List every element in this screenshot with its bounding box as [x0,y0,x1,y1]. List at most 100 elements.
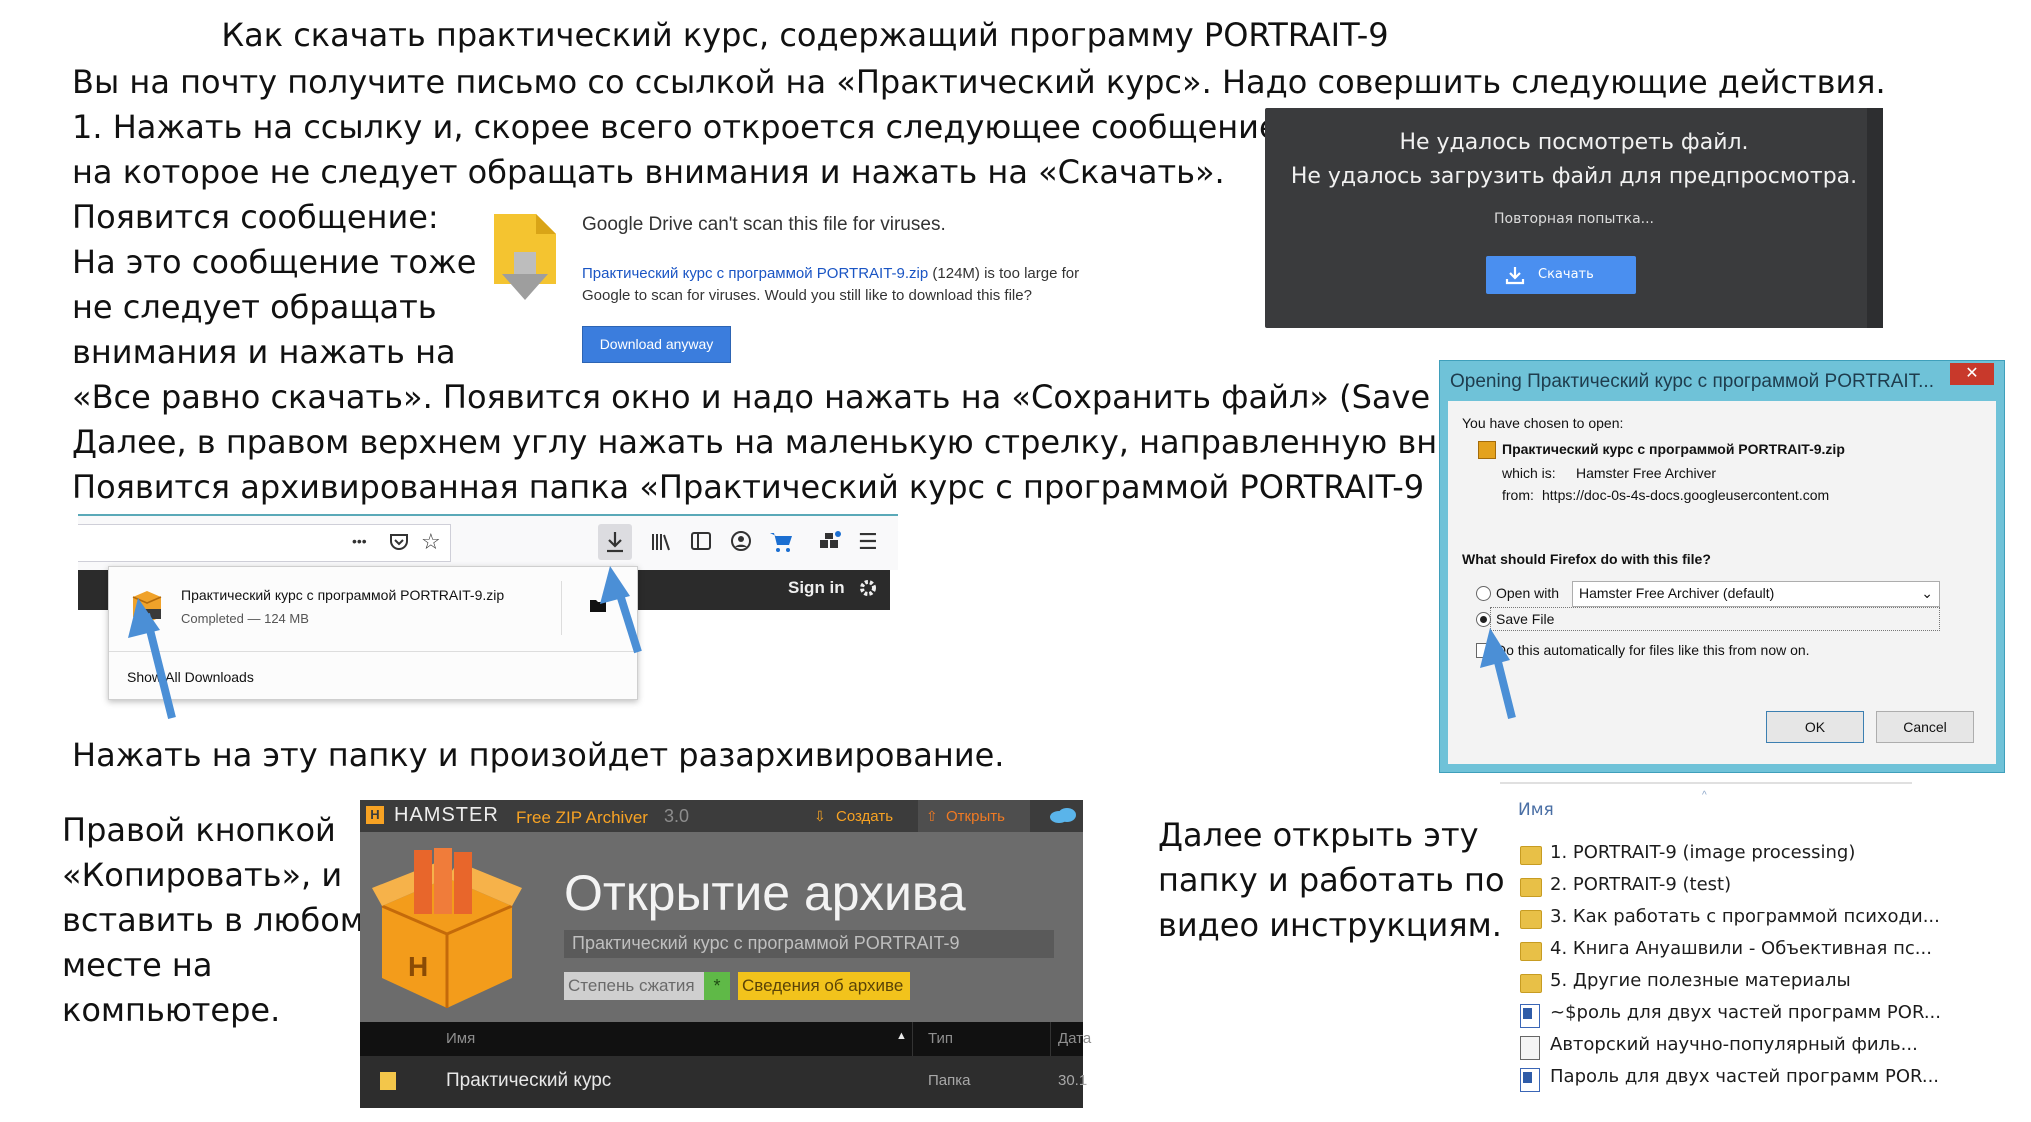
word-document-icon [1520,1068,1540,1092]
file-list-header[interactable]: Имя [1518,800,1554,820]
item-divider [561,581,562,635]
msg-line6: Далее, в правом верхнем углу нажать на м… [72,423,1486,461]
show-all-downloads[interactable]: Show All Downloads [127,669,254,685]
word-document-icon [1520,1004,1540,1028]
gear-icon[interactable] [858,578,878,598]
sign-in-link[interactable]: Sign in [788,578,845,598]
folder-icon [1520,910,1542,929]
list-item[interactable]: 2. PORTRAIT-9 (test) [1550,874,1731,895]
download-arrow-icon [607,532,623,553]
step1-line1: 1. Нажать на ссылку и, скорее всего откр… [72,108,1289,146]
dialog-title: Opening Практический курс с программой P… [1450,371,1934,392]
downloads-panel: Практический курс с программой PORTRAIT-… [108,566,638,700]
bookmark-star-icon[interactable]: ☆ [421,530,441,555]
column-type[interactable]: Тип [928,1030,953,1047]
drive-warning-line2: Google to scan for viruses. Would you st… [582,287,1032,304]
row-type: Папка [928,1072,971,1089]
drive-file-link[interactable]: Практический курс с программой PORTRAIT-… [582,265,928,282]
drive-warning-heading: Google Drive can't scan this file for vi… [582,214,946,235]
text-document-icon [1520,1036,1540,1060]
archive-row[interactable]: Практический курс Папка 30.1 [360,1056,1087,1108]
open-with-select[interactable]: Hamster Free Archiver (default) ⌄ [1572,581,1940,607]
file-warning-icon [494,214,556,300]
close-icon[interactable]: ✕ [1950,363,1994,385]
download-item-status: Completed — 124 MB [181,611,309,626]
hamster-window: H HAMSTER Free ZIP Archiver 3.0 ⇩ Создат… [360,800,1091,1108]
intro-text: Вы на почту получите письмо со ссылкой н… [72,63,1886,101]
compression-label: Степень сжатия [568,976,695,995]
msg-line2: На это сообщение тоже [72,243,477,281]
sidebar-icon[interactable] [690,530,712,552]
page-actions-icon[interactable]: ••• [352,533,367,549]
save-file-focus [1490,607,1940,631]
folder-icon [1520,942,1542,961]
from-value: https://doc-0s-4s-docs.googleusercontent… [1542,487,1830,503]
archive-box-icon: H [372,848,522,1008]
preview-error-panel: Не удалось посмотреть файл. Не удалось з… [1265,108,1883,328]
cart-icon[interactable] [768,530,794,554]
library-icon[interactable] [650,530,674,554]
folder-icon [1520,878,1542,897]
retry-link[interactable]: Повторная попытка... [1265,211,1883,227]
download-icon [1505,267,1525,285]
dialog-titlebar[interactable]: Opening Практический курс с программой P… [1440,361,2004,401]
from-label: from: [1502,487,1534,503]
save-file-radio[interactable] [1476,612,1491,627]
ok-button[interactable]: OK [1766,711,1864,743]
download-button[interactable]: Скачать [1486,256,1636,294]
download-item-name[interactable]: Практический курс с программой PORTRAIT-… [181,587,504,603]
account-icon[interactable] [730,530,752,552]
extensions-icon[interactable] [818,530,842,554]
firefox-open-dialog: Opening Практический курс с программой P… [1439,360,2005,773]
list-item[interactable]: 3. Как работать с программой психоди... [1550,906,1940,927]
dialog-filename: Практический курс с программой PORTRAIT-… [1502,441,1845,457]
hamster-version: 3.0 [664,806,690,826]
column-divider-2 [1050,1022,1051,1056]
unzip-text: Нажать на эту папку и произойдет разархи… [72,736,1005,774]
drive-warning-body: Практический курс с программой PORTRAIT-… [582,263,1079,307]
column-date[interactable]: Дата [1058,1030,1091,1047]
folder-icon [380,1072,396,1090]
download-anyway-button[interactable]: Download anyway [582,326,731,363]
cloud-icon[interactable] [1048,806,1078,824]
auto-checkbox[interactable] [1476,643,1491,658]
open-line2: папку и работать по [1158,861,1505,899]
copy-line2: «Копировать», и [62,856,343,894]
folder-icon [1520,846,1542,865]
archive-name: Практический курс с программой PORTRAIT-… [572,933,960,953]
preview-error-title: Не удалось посмотреть файл. [1399,130,1749,155]
pocket-icon[interactable] [388,531,410,553]
sort-caret-icon: ^ [1702,790,1707,801]
hamster-create-button[interactable]: Создать [836,808,893,825]
open-with-app: Hamster Free Archiver (default) [1579,585,1775,601]
column-name[interactable]: Имя [446,1030,475,1047]
chevron-down-icon: ⌄ [1921,585,1933,601]
hamster-open-icon: ⇧ [926,808,938,824]
auto-label: Do this automatically for files like thi… [1496,642,1810,658]
list-top-border [1500,782,1912,784]
list-item[interactable]: 5. Другие полезные материалы [1550,970,1851,991]
menu-icon[interactable]: ☰ [858,530,878,555]
list-item[interactable]: ~$роль для двух частей программ POR... [1550,1002,1941,1023]
open-line1: Далее открыть эту [1158,816,1479,854]
list-item[interactable]: Авторский научно-популярный филь... [1550,1034,1918,1055]
list-item[interactable]: 4. Книга Ануашвили - Объективная пс... [1550,938,1932,959]
page-title: Как скачать практический курс, содержащи… [221,16,1389,54]
copy-line4: месте на [62,946,213,984]
list-item[interactable]: 1. PORTRAIT-9 (image processing) [1550,842,1855,863]
folder-icon [1520,974,1542,993]
svg-text:H: H [408,951,428,982]
open-line3: видео инструкциям. [1158,906,1502,944]
msg-line4: внимания и нажать на [72,333,456,371]
preview-scroll-edge [1867,108,1883,328]
dialog-question: What should Firefox do with this file? [1462,551,1711,567]
copy-line3: вставить в любом [62,901,364,939]
cancel-button[interactable]: Cancel [1876,711,1974,743]
open-folder-icon[interactable] [589,597,607,613]
open-with-radio[interactable] [1476,586,1491,601]
msg-line1: Появится сообщение: [72,198,439,236]
dialog-body: You have chosen to open: Практический ку… [1448,401,1996,764]
row-name: Практический курс [446,1070,612,1091]
chosen-label: You have chosen to open: [1462,415,1624,431]
list-item[interactable]: Пароль для двух частей программ POR... [1550,1066,1939,1087]
